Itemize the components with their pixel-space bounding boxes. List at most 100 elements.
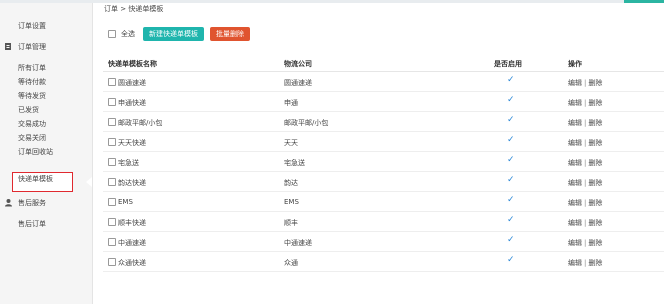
edit-link[interactable]: 编辑	[568, 79, 582, 87]
sidebar-item-after-sales[interactable]: 售后服务	[5, 197, 46, 209]
template-name-cell: 韵达快递	[118, 179, 146, 187]
table-row: 众通快递 众通 ✓ 编辑 | 删除	[103, 252, 664, 272]
sidebar-item-label: 已发货	[18, 106, 39, 114]
breadcrumb-root[interactable]: 订单	[104, 5, 118, 13]
enabled-check-icon: ✓	[507, 115, 515, 125]
sidebar-item-label: 交易成功	[18, 120, 46, 128]
new-template-button[interactable]: 新建快递单模板	[143, 27, 204, 41]
row-checkbox[interactable]	[108, 98, 116, 106]
sidebar-item-shipped[interactable]: 已发货	[18, 104, 39, 116]
sidebar-item-closed[interactable]: 交易关闭	[18, 132, 46, 144]
row-checkbox[interactable]	[108, 258, 116, 266]
ops-cell: 编辑 | 删除	[568, 238, 602, 248]
table-row: 圆通速递 圆通速递 ✓ 编辑 | 删除	[103, 72, 664, 92]
enabled-check-icon: ✓	[507, 195, 515, 205]
table-row: 申通快递 申通 ✓ 编辑 | 删除	[103, 92, 664, 112]
table-row: EMS EMS ✓ 编辑 | 删除	[103, 192, 664, 212]
sidebar-item-label: 售后服务	[18, 199, 46, 207]
sidebar-item-express-template[interactable]: 快递单模板	[18, 173, 53, 185]
breadcrumb-current: 快递单模板	[128, 5, 164, 13]
row-checkbox[interactable]	[108, 218, 116, 226]
delete-link[interactable]: 删除	[588, 159, 602, 167]
breadcrumb: 订单 > 快递单模板	[104, 4, 163, 14]
edit-link[interactable]: 编辑	[568, 199, 582, 207]
sidebar-item-label: 订单管理	[18, 43, 46, 51]
company-cell: EMS	[284, 198, 299, 206]
delete-link[interactable]: 删除	[588, 99, 602, 107]
edit-link[interactable]: 编辑	[568, 99, 582, 107]
company-cell: 圆通速递	[284, 79, 312, 87]
sidebar-item-label: 等待发货	[18, 92, 46, 100]
sidebar-item-label: 订单设置	[18, 22, 46, 30]
table-row: 天天快递 天天 ✓ 编辑 | 删除	[103, 132, 664, 152]
delete-link[interactable]: 删除	[588, 139, 602, 147]
table-row: 顺丰快递 顺丰 ✓ 编辑 | 删除	[103, 212, 664, 232]
ops-cell: 编辑 | 删除	[568, 198, 602, 208]
sidebar-item-order-settings[interactable]: 订单设置	[18, 20, 46, 32]
table-row: 邮政平邮/小包 邮政平邮/小包 ✓ 编辑 | 删除	[103, 112, 664, 132]
template-name-cell: 邮政平邮/小包	[118, 119, 163, 127]
company-cell: 众通	[284, 259, 298, 267]
sidebar-item-completed[interactable]: 交易成功	[18, 118, 46, 130]
table-row: 中通速递 中通速递 ✓ 编辑 | 删除	[103, 232, 664, 252]
enabled-check-icon: ✓	[507, 135, 515, 145]
edit-link[interactable]: 编辑	[568, 179, 582, 187]
delete-link[interactable]: 删除	[588, 239, 602, 247]
ops-cell: 编辑 | 删除	[568, 78, 602, 88]
ops-cell: 编辑 | 删除	[568, 118, 602, 128]
edit-link[interactable]: 编辑	[568, 139, 582, 147]
sidebar-item-label: 快递单模板	[18, 175, 53, 183]
sidebar-item-awaiting-shipment[interactable]: 等待发货	[18, 90, 46, 102]
table-header: 快递单模板名称 物流公司 是否启用 操作	[103, 55, 664, 72]
template-name-cell: 申通快递	[118, 99, 146, 107]
ops-cell: 编辑 | 删除	[568, 138, 602, 148]
row-checkbox[interactable]	[108, 118, 116, 126]
enabled-check-icon: ✓	[507, 95, 515, 105]
row-checkbox[interactable]	[108, 78, 116, 86]
edit-link[interactable]: 编辑	[568, 119, 582, 127]
delete-link[interactable]: 删除	[588, 259, 602, 267]
table-row: 宅急送 宅急送 ✓ 编辑 | 删除	[103, 152, 664, 172]
company-cell: 顺丰	[284, 219, 298, 227]
top-bar	[0, 0, 664, 3]
sidebar-item-label: 售后订单	[18, 220, 46, 228]
ops-cell: 编辑 | 删除	[568, 98, 602, 108]
template-name-cell: 宅急送	[118, 159, 139, 167]
header-template-name: 快递单模板名称	[108, 60, 157, 68]
row-checkbox[interactable]	[108, 178, 116, 186]
user-icon	[5, 199, 12, 207]
delete-link[interactable]: 删除	[588, 179, 602, 187]
delete-link[interactable]: 删除	[588, 79, 602, 87]
delete-link[interactable]: 删除	[588, 119, 602, 127]
delete-link[interactable]: 删除	[588, 199, 602, 207]
enabled-check-icon: ✓	[507, 255, 515, 265]
sidebar-item-after-sales-orders[interactable]: 售后订单	[18, 218, 46, 230]
batch-delete-button[interactable]: 批量删除	[210, 27, 250, 41]
delete-link[interactable]: 删除	[588, 219, 602, 227]
sidebar-item-all-orders[interactable]: 所有订单	[18, 62, 46, 74]
active-indicator-arrow	[86, 177, 92, 187]
row-checkbox[interactable]	[108, 238, 116, 246]
template-name-cell: 圆通速递	[118, 79, 146, 87]
top-accent	[624, 0, 664, 3]
template-name-cell: 天天快递	[118, 139, 146, 147]
company-cell: 宅急送	[284, 159, 305, 167]
toolbar: 全选 新建快递单模板 批量删除	[108, 27, 250, 41]
row-checkbox[interactable]	[108, 158, 116, 166]
select-all-checkbox[interactable]	[108, 30, 116, 38]
sidebar-item-label: 等待付款	[18, 78, 46, 86]
edit-link[interactable]: 编辑	[568, 239, 582, 247]
ops-cell: 编辑 | 删除	[568, 158, 602, 168]
row-checkbox[interactable]	[108, 138, 116, 146]
header-enabled: 是否启用	[494, 60, 522, 68]
sidebar-item-order-management[interactable]: 订单管理	[5, 41, 46, 53]
edit-link[interactable]: 编辑	[568, 219, 582, 227]
ops-cell: 编辑 | 删除	[568, 218, 602, 228]
row-checkbox[interactable]	[108, 198, 116, 206]
company-cell: 邮政平邮/小包	[284, 119, 329, 127]
edit-link[interactable]: 编辑	[568, 259, 582, 267]
sidebar-item-awaiting-payment[interactable]: 等待付款	[18, 76, 46, 88]
sidebar-item-recycle-bin[interactable]: 订单回收站	[18, 146, 53, 158]
edit-link[interactable]: 编辑	[568, 159, 582, 167]
template-name-cell: 众通快递	[118, 259, 146, 267]
